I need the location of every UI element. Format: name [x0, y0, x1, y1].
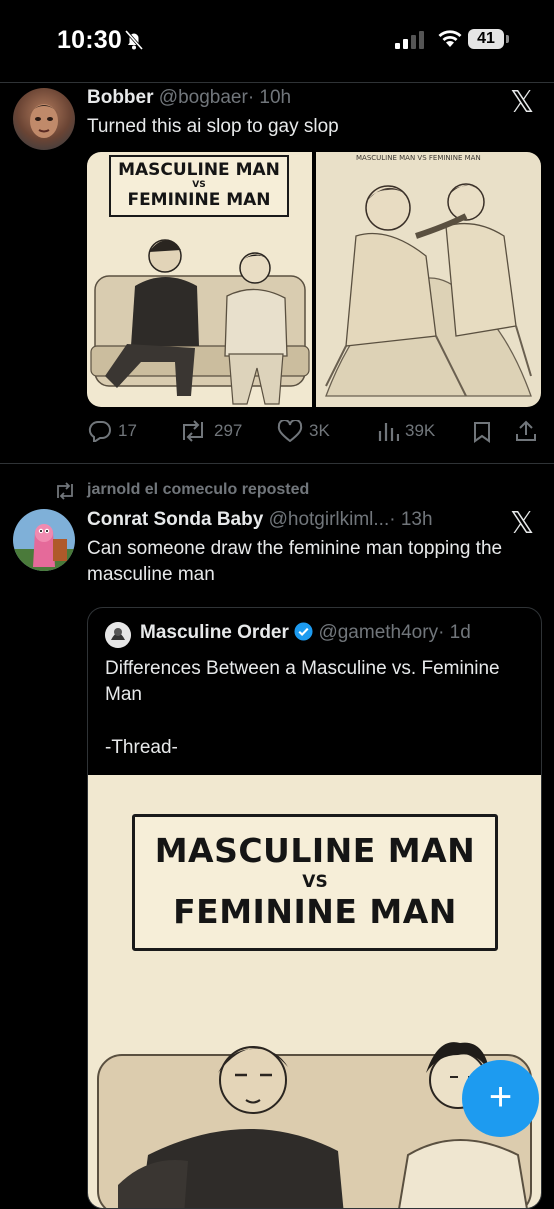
compose-icon: +: [488, 1075, 513, 1119]
tweet-header: Bobber @bogbaer· 10h: [87, 87, 291, 109]
like-icon: [277, 420, 303, 442]
status-time: 10:30: [57, 26, 122, 54]
reply-icon: [88, 420, 111, 442]
like-button[interactable]: 3K: [277, 420, 330, 442]
verified-badge-icon: [294, 622, 313, 641]
author-handle[interactable]: @bogbaer: [159, 87, 248, 108]
tweet-text: Can someone draw the feminine man toppin…: [87, 538, 503, 585]
repost-label[interactable]: jarnold el comeculo reposted: [87, 481, 309, 499]
quote-text: Differences Between a Masculine vs. Femi…: [105, 658, 500, 705]
image-title-line1: MASCULINE MAN: [154, 831, 476, 870]
media-image-right[interactable]: MASCULINE MAN VS FEMININE MAN: [316, 152, 541, 407]
quote-avatar: [105, 622, 131, 648]
quote-media-image[interactable]: MASCULINE MAN VS FEMININE MAN: [88, 775, 541, 1208]
media-image-left[interactable]: MASCULINE MAN VS FEMININE MAN: [87, 152, 312, 407]
sketch-illustration: [90, 239, 310, 405]
battery-icon: 41: [468, 29, 504, 49]
views-icon: [378, 423, 399, 441]
quote-handle: @gameth4ory: [318, 622, 439, 643]
tweet-time[interactable]: · 10h: [248, 87, 291, 108]
reply-button[interactable]: 17: [88, 420, 137, 442]
image-title-line1: MASCULINE MAN: [118, 160, 280, 180]
repost-icon: [183, 420, 203, 442]
tweet-time[interactable]: · 13h: [389, 509, 432, 530]
reply-count: 17: [118, 421, 137, 440]
image-title-vs: VS: [192, 180, 206, 190]
image-title-line2: FEMININE MAN: [173, 892, 457, 931]
avatar-face-icon: [29, 104, 59, 138]
author-handle[interactable]: @hotgirlkiml...: [269, 509, 390, 530]
repost-icon: [57, 482, 73, 500]
image-title-vs: VS: [302, 872, 328, 892]
image-title-box: MASCULINE MAN VS FEMININE MAN: [109, 155, 289, 217]
wifi-icon: [438, 30, 462, 47]
like-count: 3K: [309, 421, 330, 440]
x-logo-icon[interactable]: 𝕏: [510, 85, 534, 120]
tweet-header: Conrat Sonda Baby @hotgirlkiml...· 13h: [87, 509, 433, 531]
divider: [0, 463, 554, 464]
quote-header: Masculine Order @gameth4ory· 1d: [140, 622, 471, 644]
divider: [0, 82, 554, 83]
repost-count: 297: [214, 421, 243, 440]
image-title-line2: FEMININE MAN: [127, 190, 271, 210]
views-button[interactable]: 39K: [377, 420, 435, 442]
quote-avatar-icon: [105, 622, 131, 648]
bell-slash-icon: [124, 30, 144, 50]
quote-author-name: Masculine Order: [140, 622, 289, 643]
avatar-character-icon: [13, 524, 75, 571]
views-count: 39K: [405, 421, 436, 440]
image-caption: MASCULINE MAN VS FEMININE MAN: [356, 154, 481, 162]
signal-icon: [395, 31, 424, 49]
quote-thread-label: -Thread-: [105, 737, 178, 758]
compose-button[interactable]: +: [462, 1060, 539, 1137]
quote-time: · 1d: [438, 622, 471, 643]
repost-button[interactable]: 297: [178, 420, 242, 442]
battery-tip: [506, 35, 509, 43]
avatar[interactable]: [13, 509, 75, 571]
image-title-box: MASCULINE MAN VS FEMININE MAN: [132, 814, 498, 951]
sketch-illustration: [325, 183, 532, 397]
tweet-text: Turned this ai slop to gay slop: [87, 116, 339, 137]
author-name[interactable]: Bobber: [87, 87, 154, 108]
author-name[interactable]: Conrat Sonda Baby: [87, 509, 263, 530]
bookmark-icon[interactable]: [472, 421, 492, 443]
avatar[interactable]: [13, 88, 75, 150]
share-icon[interactable]: [515, 420, 537, 442]
